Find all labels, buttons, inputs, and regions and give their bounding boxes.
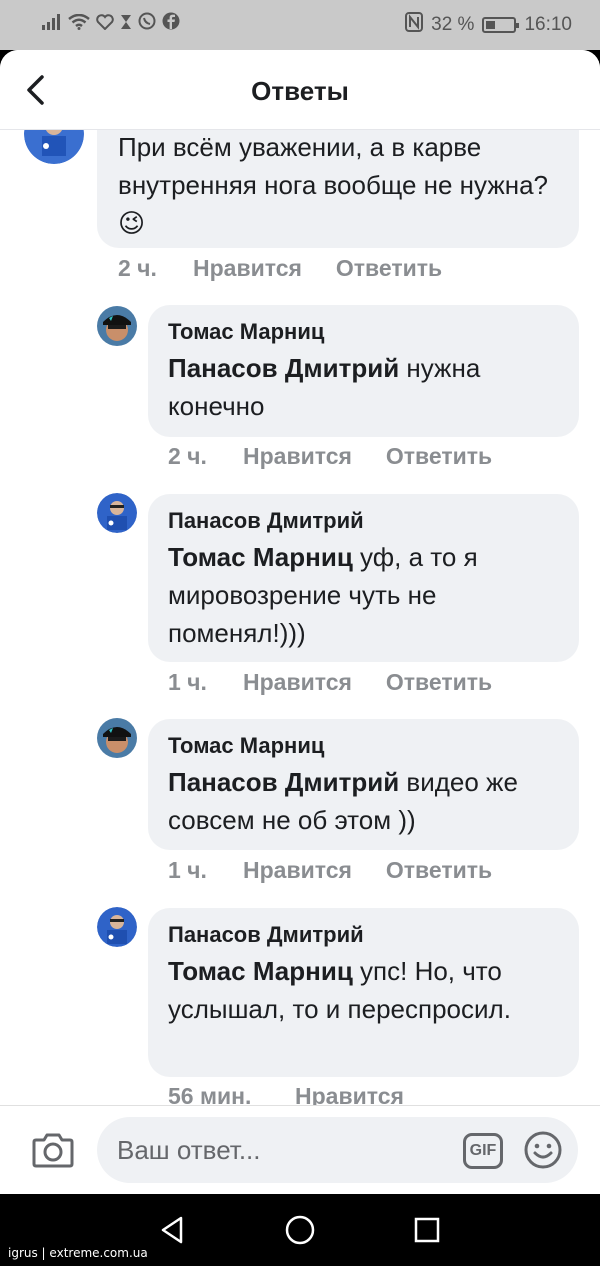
reply-meta: 56 мин. Нравится [168,1083,404,1105]
home-circle-icon[interactable] [284,1214,316,1246]
nfc-icon [405,12,424,38]
like-button[interactable]: Нравится [243,669,352,696]
reply-bubble[interactable]: Томас Марниц Панасов Дмитрий видео же со… [148,719,579,850]
facebook-icon [162,12,180,36]
like-button[interactable]: Нравится [295,1083,404,1105]
signal-icon [42,12,62,36]
reply-author[interactable]: Панасов Дмитрий [168,508,559,534]
like-button[interactable]: Нравится [243,443,352,470]
hourglass-icon [120,12,132,36]
replies-screen: Ответы При всём уважении, а в карве внут… [0,50,600,1194]
back-triangle-icon[interactable] [157,1214,189,1246]
reply-button[interactable]: Ответить [386,443,492,470]
reply-text: Томас Марниц упс! Но, что услышал, то и … [168,952,559,1028]
battery-percent: 32 % [431,14,475,35]
reply-author[interactable]: Томас Марниц [168,319,559,345]
avatar[interactable] [24,130,84,164]
recents-square-icon[interactable] [411,1214,443,1246]
reply-meta: 2 ч. Нравится Ответить [168,443,492,470]
watermark: igrus | extreme.com.ua [8,1246,148,1260]
parent-comment-bubble[interactable]: При всём уважении, а в карве внутренняя … [97,130,579,248]
like-button[interactable]: Нравится [243,857,352,884]
mention-link[interactable]: Томас Марниц [168,542,353,572]
reply-author[interactable]: Томас Марниц [168,733,559,759]
comment-time: 2 ч. [118,255,157,281]
status-icons-left [42,12,180,36]
reply-button[interactable]: Ответить [336,255,442,282]
header: Ответы [0,50,600,130]
comment-thread: При всём уважении, а в карве внутренняя … [0,130,600,1105]
reply-meta: 1 ч. Нравится Ответить [168,857,492,884]
status-bar: 32 % 16:10 [0,0,600,50]
reply-text: Панасов Дмитрий видео же совсем не об эт… [168,763,559,839]
wink-emoji-icon: 😉 [118,208,146,238]
avatar[interactable] [97,493,137,533]
comment-meta: 2 ч. Нравится Ответить [118,255,442,282]
emoji-icon[interactable] [523,1130,563,1170]
reply-time: 1 ч. [168,669,207,695]
reply-bubble[interactable]: Панасов Дмитрий Томас Марниц упс! Но, чт… [148,908,579,1077]
system-nav-bar: igrus | extreme.com.ua [0,1194,600,1266]
reply-text: Панасов Дмитрий нужна конечно [168,349,559,425]
like-button[interactable]: Нравится [193,255,302,282]
reply-button[interactable]: Ответить [386,857,492,884]
avatar[interactable] [97,306,137,346]
mention-link[interactable]: Панасов Дмитрий [168,353,399,383]
reply-time: 1 ч. [168,857,207,883]
reply-time: 56 мин. [168,1083,252,1105]
reply-meta: 1 ч. Нравится Ответить [168,669,492,696]
comment-text-content: При всём уважении, а в карве внутренняя … [118,132,548,200]
page-title: Ответы [251,76,349,106]
mention-link[interactable]: Томас Марниц [168,956,353,986]
reply-bubble[interactable]: Панасов Дмитрий Томас Марниц уф, а то я … [148,494,579,662]
wifi-icon [68,12,90,36]
avatar[interactable] [97,718,137,758]
clock: 16:10 [524,14,572,35]
avatar[interactable] [97,907,137,947]
reply-time: 2 ч. [168,443,207,469]
battery-icon [482,17,520,33]
mention-link[interactable]: Панасов Дмитрий [168,767,399,797]
viber-icon [138,12,156,36]
gif-button[interactable]: GIF [463,1133,503,1169]
reply-input-box: GIF [97,1117,578,1183]
heart-icon [96,12,114,36]
reply-bubble[interactable]: Томас Марниц Панасов Дмитрий нужна конеч… [148,305,579,437]
status-icons-right: 32 % 16:10 [405,12,572,38]
reply-composer: GIF [0,1105,600,1194]
reply-input[interactable] [117,1117,447,1183]
reply-author[interactable]: Панасов Дмитрий [168,922,559,948]
comment-text: При всём уважении, а в карве внутренняя … [118,130,559,242]
reply-button[interactable]: Ответить [386,669,492,696]
camera-icon[interactable] [32,1130,74,1170]
reply-text: Томас Марниц уф, а то я мировозрение чут… [168,538,559,652]
